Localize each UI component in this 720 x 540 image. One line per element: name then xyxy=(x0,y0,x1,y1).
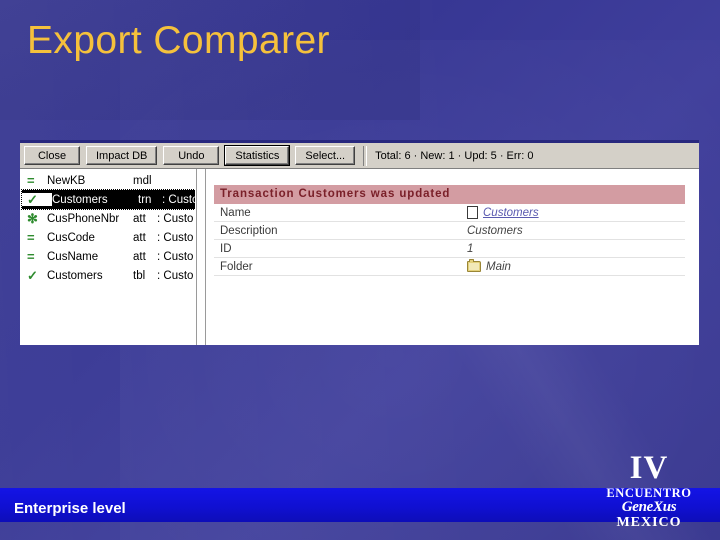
export-comparer-window: Close Impact DB Undo Statistics Select..… xyxy=(20,140,699,345)
object-list: = NewKB mdl ✓ Customers trn : Custo ✻ Cu… xyxy=(20,169,195,285)
status-counts: Total: 6 · New: 1 · Upd: 5 · Err: 0 xyxy=(375,149,534,162)
detail-row: Name Customers xyxy=(214,204,685,222)
detail-header: Transaction Customers was updated xyxy=(214,185,685,204)
list-item-type: mdl xyxy=(133,174,152,187)
list-item[interactable]: = NewKB mdl xyxy=(20,171,195,190)
equals-icon: = xyxy=(27,230,35,245)
detail-label: ID xyxy=(220,242,232,255)
window-body: = NewKB mdl ✓ Customers trn : Custo ✻ Cu… xyxy=(20,169,699,345)
detail-pane: Transaction Customers was updated Name C… xyxy=(206,169,699,345)
check-icon: ✓ xyxy=(27,268,38,283)
list-item[interactable]: = CusCode att : Custo xyxy=(20,228,195,247)
list-item-type: tbl xyxy=(133,269,146,282)
list-item-description: : Custo xyxy=(157,269,194,282)
list-item-type: att xyxy=(133,250,146,263)
list-item-type: att xyxy=(133,231,146,244)
asterisk-new-icon: ✻ xyxy=(27,211,38,226)
list-item-name: Customers xyxy=(52,193,108,206)
list-item-type: att xyxy=(133,212,146,225)
toolbar-separator xyxy=(363,145,368,166)
list-item-type: trn xyxy=(138,193,152,206)
pane-splitter[interactable] xyxy=(196,169,206,345)
transaction-icon xyxy=(467,206,478,219)
list-item[interactable]: ✓ Customers tbl : Custo xyxy=(20,266,195,285)
detail-value: Customers xyxy=(467,224,523,237)
slide: Export Comparer Close Impact DB Undo Sta… xyxy=(0,0,720,540)
detail-row: Description Customers xyxy=(214,222,685,240)
detail-label: Folder xyxy=(220,260,253,273)
detail-row: ID 1 xyxy=(214,240,685,258)
list-item-description: : Custo xyxy=(157,231,194,244)
undo-button[interactable]: Undo xyxy=(163,146,220,165)
logo-line-iv: IV xyxy=(629,449,669,486)
equals-icon: = xyxy=(27,173,35,188)
list-item-description: : Custo xyxy=(157,212,194,225)
detail-value: Main xyxy=(486,260,511,273)
object-list-pane[interactable]: = NewKB mdl ✓ Customers trn : Custo ✻ Cu… xyxy=(20,169,196,345)
detail-label: Name xyxy=(220,206,251,219)
list-item[interactable]: = CusName att : Custo xyxy=(20,247,195,266)
list-item[interactable]: ✓ Customers trn : Custo xyxy=(21,189,195,210)
transaction-link[interactable]: Customers xyxy=(483,207,539,219)
check-icon: ✓ xyxy=(22,193,52,206)
list-item[interactable]: ✻ CusPhoneNbr att : Custo xyxy=(20,209,195,228)
folder-icon xyxy=(467,259,481,272)
select-button[interactable]: Select... xyxy=(295,146,356,165)
list-item-name: CusPhoneNbr xyxy=(47,212,120,225)
equals-icon: = xyxy=(27,249,35,264)
toolbar: Close Impact DB Undo Statistics Select..… xyxy=(20,143,699,169)
footer-label: Enterprise level xyxy=(14,500,126,517)
page-title: Export Comparer xyxy=(27,19,330,62)
detail-value: 1 xyxy=(467,242,474,255)
close-button[interactable]: Close xyxy=(24,146,80,165)
list-item-name: NewKB xyxy=(47,174,86,187)
impact-db-button[interactable]: Impact DB xyxy=(86,146,158,165)
list-item-description: : Custo xyxy=(157,250,194,263)
detail-value-wrap: Customers xyxy=(467,206,539,219)
list-item-description: : Custo xyxy=(162,193,195,206)
list-item-name: CusCode xyxy=(47,231,95,244)
list-item-name: Customers xyxy=(47,269,103,282)
detail-row: Folder Main xyxy=(214,258,685,276)
statistics-button[interactable]: Statistics xyxy=(224,145,291,166)
list-item-name: CusName xyxy=(47,250,99,263)
detail-label: Description xyxy=(220,224,278,237)
detail-value-wrap: Main xyxy=(467,259,511,273)
